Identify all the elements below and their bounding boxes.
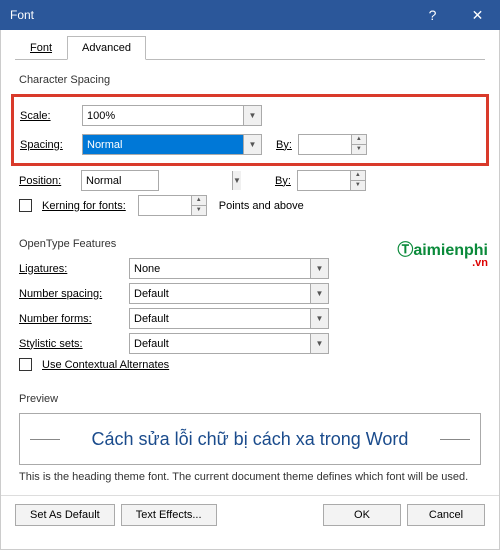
contextual-label: Use Contextual Alternates [42, 359, 169, 371]
scale-input[interactable] [83, 106, 243, 125]
preview-text: Cách sửa lỗi chữ bị cách xa trong Word [92, 429, 409, 450]
chevron-down-icon[interactable]: ▼ [310, 284, 328, 303]
chevron-down-icon[interactable]: ▼ [310, 259, 328, 278]
preview-box: Cách sửa lỗi chữ bị cách xa trong Word [19, 413, 481, 465]
cancel-button[interactable]: Cancel [407, 504, 485, 526]
chevron-down-icon[interactable]: ▼ [310, 334, 328, 353]
position-input[interactable] [82, 171, 232, 190]
opentype-title: OpenType Features [19, 238, 481, 250]
scale-combo[interactable]: ▼ [82, 105, 262, 126]
set-default-button[interactable]: Set As Default [15, 504, 115, 526]
by2-input[interactable] [298, 171, 350, 190]
tab-advanced[interactable]: Advanced [67, 36, 146, 60]
tab-font[interactable]: Font [15, 36, 67, 60]
numspacing-input[interactable] [130, 284, 310, 303]
numforms-label: Number forms: [19, 313, 123, 325]
opentype-group: OpenType Features Ligatures: ▼ Number sp… [1, 224, 499, 379]
ligatures-input[interactable] [130, 259, 310, 278]
spin-up-icon[interactable]: ▲ [352, 135, 366, 145]
contextual-checkbox[interactable] [19, 358, 32, 371]
scale-label: Scale: [20, 110, 76, 122]
tab-strip: Font Advanced [1, 30, 499, 60]
by2-spinner[interactable]: ▲▼ [297, 170, 366, 191]
kerning-checkbox[interactable] [19, 199, 32, 212]
dialog-body: Font Advanced Character Spacing Scale: ▼… [0, 30, 500, 550]
preview-group: Preview Cách sửa lỗi chữ bị cách xa tron… [1, 379, 499, 495]
preview-note: This is the heading theme font. The curr… [19, 471, 481, 483]
spin-down-icon[interactable]: ▼ [352, 145, 366, 155]
numforms-combo[interactable]: ▼ [129, 308, 329, 329]
spacing-input[interactable] [83, 135, 243, 154]
spin-up-icon[interactable]: ▲ [351, 171, 365, 181]
by1-input[interactable] [299, 135, 351, 154]
kerning-spinner[interactable]: ▲▼ [138, 195, 207, 216]
chevron-down-icon[interactable]: ▼ [243, 135, 261, 154]
numspacing-label: Number spacing: [19, 288, 123, 300]
window-title: Font [10, 8, 410, 22]
character-spacing-title: Character Spacing [19, 74, 481, 86]
ok-button[interactable]: OK [323, 504, 401, 526]
points-label: Points and above [219, 200, 304, 212]
position-combo[interactable]: ▼ [81, 170, 159, 191]
stylistic-label: Stylistic sets: [19, 338, 123, 350]
highlight-box: Scale: ▼ Spacing: ▼ By: ▲▼ [11, 94, 489, 166]
stylistic-input[interactable] [130, 334, 310, 353]
chevron-down-icon[interactable]: ▼ [232, 171, 241, 190]
text-effects-button[interactable]: Text Effects... [121, 504, 217, 526]
spacing-combo[interactable]: ▼ [82, 134, 262, 155]
spin-up-icon[interactable]: ▲ [192, 196, 206, 206]
by1-spinner[interactable]: ▲▼ [298, 134, 367, 155]
by1-label: By: [276, 139, 292, 151]
titlebar: Font ? ✕ [0, 0, 500, 30]
spacing-label: Spacing: [20, 139, 76, 151]
chevron-down-icon[interactable]: ▼ [310, 309, 328, 328]
spin-down-icon[interactable]: ▼ [351, 181, 365, 191]
ligatures-combo[interactable]: ▼ [129, 258, 329, 279]
by2-label: By: [275, 175, 291, 187]
character-spacing-group: Character Spacing Scale: ▼ Spacing: ▼ By… [1, 60, 499, 224]
button-bar: Set As Default Text Effects... OK Cancel [1, 495, 499, 534]
kerning-input[interactable] [139, 196, 191, 215]
numforms-input[interactable] [130, 309, 310, 328]
ligatures-label: Ligatures: [19, 263, 123, 275]
help-button[interactable]: ? [410, 0, 455, 30]
numspacing-combo[interactable]: ▼ [129, 283, 329, 304]
close-button[interactable]: ✕ [455, 0, 500, 30]
spin-down-icon[interactable]: ▼ [192, 206, 206, 216]
chevron-down-icon[interactable]: ▼ [243, 106, 261, 125]
position-label: Position: [19, 175, 75, 187]
kerning-label: Kerning for fonts: [42, 200, 126, 212]
stylistic-combo[interactable]: ▼ [129, 333, 329, 354]
preview-title: Preview [19, 393, 481, 405]
